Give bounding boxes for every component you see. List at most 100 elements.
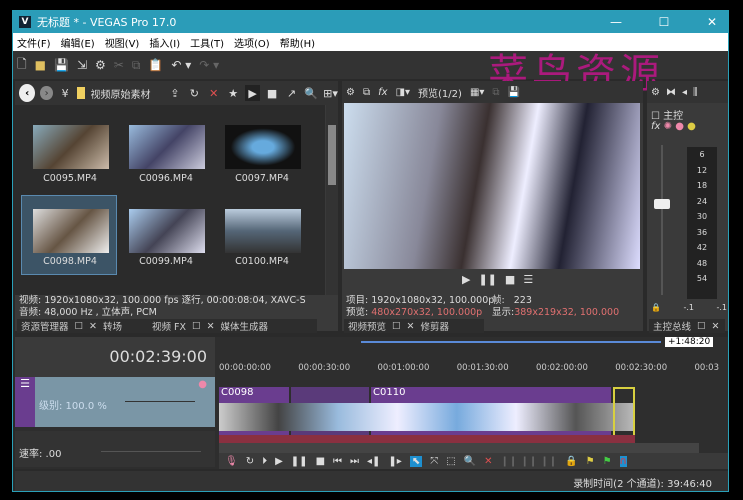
save-snapshot-icon[interactable]: 💾	[508, 87, 520, 98]
lock-icon[interactable]: 🔒	[651, 303, 661, 312]
next-frame-icon[interactable]: ❚▸	[388, 456, 401, 467]
new-icon[interactable]: 🗋	[17, 55, 27, 76]
region-icon[interactable]: ⚑	[603, 456, 612, 467]
preview-quality-dropdown[interactable]: 预览(1/2)	[418, 85, 462, 100]
redo-icon[interactable]: ↷ ▾	[199, 58, 219, 72]
back-button[interactable]: ‹	[19, 84, 36, 102]
cut-icon[interactable]: ✂	[114, 58, 124, 72]
tab-transitions[interactable]: 转场	[103, 319, 122, 333]
pause-icon[interactable]: ❚❚	[478, 273, 496, 286]
prev-frame-icon[interactable]: ◂❚	[367, 456, 380, 467]
thumbnail[interactable]	[225, 125, 301, 169]
time-ruler[interactable]: 00:00:00:00 00:00:30:00 00:01:00:00 00:01:3…	[219, 363, 719, 373]
menu-insert[interactable]: 插入(I)	[149, 35, 180, 50]
go-start-icon[interactable]: ⏮	[333, 456, 342, 467]
tab-explorer[interactable]: 资源管理器	[21, 319, 69, 333]
minimize-button[interactable]: —	[600, 11, 632, 33]
tab-master-bus[interactable]: 主控总线	[653, 319, 691, 333]
normal-edit-tool-icon[interactable]: ⬉	[409, 455, 423, 467]
loop-icon[interactable]: ↻	[246, 456, 254, 467]
close-tab-icon[interactable]: ✕	[712, 321, 720, 332]
settings-icon[interactable]: ⚙	[95, 58, 106, 72]
tab-trimmer[interactable]: 修剪器	[421, 319, 450, 333]
view-mode-icon[interactable]: ⊞▾	[323, 85, 338, 101]
master-fader-handle[interactable]	[654, 199, 670, 209]
auto-preview-icon[interactable]: ↗	[284, 85, 298, 101]
settings-icon[interactable]: ⚙	[346, 87, 355, 98]
float-icon[interactable]: ☐	[697, 321, 706, 332]
float-icon[interactable]: ☐	[392, 321, 401, 332]
downmix-icon[interactable]: ⧓	[666, 87, 676, 98]
settings-icon[interactable]: ⚙	[651, 87, 660, 98]
marker-icon[interactable]: ⚑	[586, 456, 595, 467]
trim-icon[interactable]: ❙❙ ❙❙ ❙❙	[501, 456, 558, 467]
play-icon[interactable]: ▶	[462, 273, 470, 286]
split-screen-icon[interactable]: ◨▾	[396, 87, 410, 98]
search-icon[interactable]: 🔍	[304, 85, 318, 101]
import-icon[interactable]: ⇪	[168, 85, 182, 101]
menu-file[interactable]: 文件(F)	[17, 35, 51, 50]
paste-icon[interactable]: 📋	[148, 58, 163, 72]
play-icon[interactable]: ▶	[275, 456, 283, 467]
menu-view[interactable]: 视图(V)	[105, 35, 140, 50]
add-favorite-icon[interactable]: ★	[226, 85, 240, 101]
tab-video-preview[interactable]: 视频预览	[348, 319, 386, 333]
file-label[interactable]: C0098.MP4	[25, 256, 115, 267]
delete-icon[interactable]: ✕	[207, 85, 221, 101]
fx-icon[interactable]: fx	[378, 87, 387, 98]
file-label[interactable]: C0095.MP4	[25, 173, 115, 184]
level-slider[interactable]	[125, 401, 195, 402]
undo-icon[interactable]: ↶ ▾	[171, 58, 191, 72]
render-icon[interactable]: ⇲	[77, 58, 87, 72]
close-tab-icon[interactable]: ✕	[89, 321, 97, 332]
thumbnail[interactable]	[33, 209, 109, 253]
close-tab-icon[interactable]: ✕	[407, 321, 415, 332]
play-from-start-icon[interactable]: ⏵	[262, 456, 267, 467]
mixer-icon[interactable]: ⫼	[693, 87, 698, 98]
lock-icon[interactable]: 🔒	[565, 456, 577, 467]
timeline-scrollbar[interactable]	[219, 443, 699, 453]
grid-icon[interactable]: ▦▾	[470, 87, 484, 98]
dim-icon[interactable]: ◂	[682, 87, 687, 98]
copy-icon[interactable]: ⧉	[132, 58, 141, 73]
selection-tool-icon[interactable]: ⬚	[446, 456, 455, 467]
close-tab-icon[interactable]: ✕	[207, 321, 215, 332]
menu-edit[interactable]: 编辑(E)	[61, 35, 95, 50]
file-label[interactable]: C0096.MP4	[121, 173, 211, 184]
stop-icon[interactable]: ■	[316, 456, 325, 467]
float-icon[interactable]: ☐	[75, 321, 84, 332]
copy-snapshot-icon[interactable]: ⧉	[492, 87, 499, 98]
refresh-icon[interactable]: ↻	[187, 85, 201, 101]
rate-slider[interactable]	[101, 451, 201, 452]
views-dropdown-icon[interactable]: ¥	[58, 85, 72, 101]
play-icon[interactable]: ▶	[245, 85, 260, 101]
file-label[interactable]: C0097.MP4	[217, 173, 307, 184]
menu-tools[interactable]: 工具(T)	[190, 35, 224, 50]
video-track-header[interactable]: ☰ 级别: 100.0 % ●	[15, 377, 215, 427]
master-fader-track[interactable]	[661, 145, 663, 295]
close-button[interactable]: ✕	[696, 11, 728, 33]
track-menu-icon[interactable]: ☰	[15, 377, 35, 427]
file-label[interactable]: C0099.MP4	[121, 256, 211, 267]
tab-video-fx[interactable]: 视频 FX	[152, 319, 186, 333]
go-end-icon[interactable]: ⏭	[350, 456, 359, 467]
thumbnail[interactable]	[129, 125, 205, 169]
delete-icon[interactable]: ✕	[484, 456, 492, 467]
stop-icon[interactable]: ■	[265, 85, 279, 101]
loop-region[interactable]	[361, 341, 661, 343]
menu-icon[interactable]: ☰	[523, 273, 533, 286]
stop-icon[interactable]: ■	[505, 273, 515, 286]
record-icon[interactable]: 🎙	[225, 456, 238, 467]
pause-icon[interactable]: ❚❚	[291, 456, 308, 467]
forward-button[interactable]: ›	[40, 86, 53, 100]
maximize-button[interactable]: ☐	[648, 11, 680, 33]
menu-help[interactable]: 帮助(H)	[280, 35, 315, 50]
solo-icon[interactable]: ●	[687, 121, 696, 132]
zoom-tool-icon[interactable]: 🔍	[464, 456, 476, 467]
menu-options[interactable]: 选项(O)	[234, 35, 270, 50]
gear-icon[interactable]: ✺	[664, 121, 672, 132]
folder-path[interactable]: 视频原始素材	[90, 86, 162, 101]
save-icon[interactable]: 💾	[54, 58, 69, 72]
thumbnail[interactable]	[225, 209, 301, 253]
external-monitor-icon[interactable]: ⧉	[363, 87, 370, 98]
